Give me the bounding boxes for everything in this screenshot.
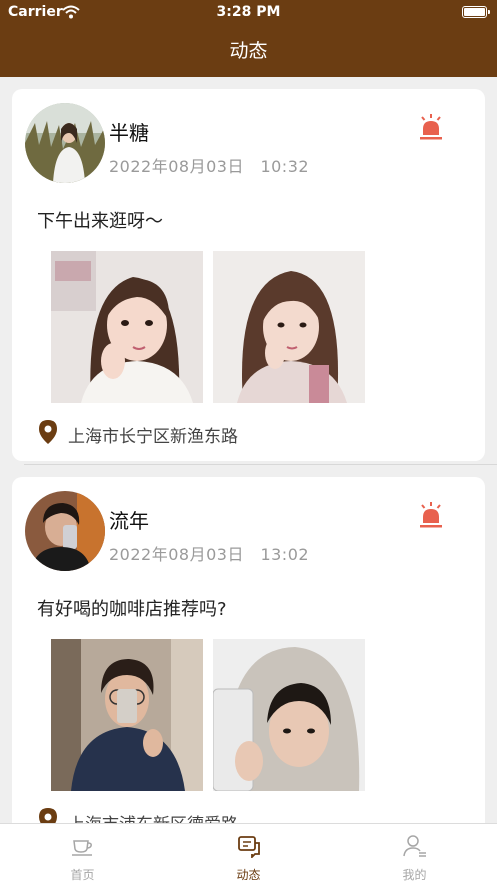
tab-label: 首页 [70, 868, 95, 882]
post-photo[interactable] [213, 251, 365, 403]
tab-moments[interactable]: 动态 [166, 824, 331, 883]
page-title: 动态 [229, 40, 268, 62]
avatar[interactable] [25, 103, 105, 183]
tab-bar: 首页 动态 我的 [0, 823, 497, 883]
battery-icon [462, 6, 490, 18]
person-icon [402, 834, 428, 858]
location-pin-icon [37, 807, 59, 823]
post-location[interactable]: 上海市长宁区新渔东路 [68, 422, 238, 447]
nav-bar: 动态 [0, 26, 497, 77]
avatar[interactable] [25, 491, 105, 571]
status-bar: Carrier 3:28 PM [0, 0, 497, 26]
coffee-cup-icon [70, 834, 96, 858]
divider [24, 464, 497, 465]
post-time: 2022年08月03日 13:02 [109, 545, 310, 564]
tab-home[interactable]: 首页 [0, 824, 165, 883]
tab-label: 动态 [236, 868, 261, 882]
post-photo[interactable] [213, 639, 365, 791]
post-content: 下午出来逛呀～ [37, 211, 163, 232]
alarm-icon[interactable] [416, 113, 446, 143]
alarm-icon[interactable] [416, 501, 446, 531]
feed[interactable]: 半糖 2022年08月03日 10:32 下午出来逛呀～ 上海市长宁区新渔东路 … [0, 77, 497, 823]
chat-icon [236, 834, 262, 860]
post-author-name[interactable]: 流年 [109, 505, 149, 534]
status-time: 3:28 PM [216, 4, 281, 20]
post-photo[interactable] [51, 639, 203, 791]
tab-label: 我的 [402, 868, 427, 882]
post-card[interactable]: 半糖 2022年08月03日 10:32 下午出来逛呀～ 上海市长宁区新渔东路 [12, 89, 485, 461]
location-pin-icon [37, 419, 59, 445]
post-card[interactable]: 流年 2022年08月03日 13:02 有好喝的咖啡店推荐吗? [12, 477, 485, 823]
post-photo[interactable] [51, 251, 203, 403]
tab-profile[interactable]: 我的 [332, 824, 497, 883]
post-content: 有好喝的咖啡店推荐吗? [37, 599, 227, 620]
post-time: 2022年08月03日 10:32 [109, 157, 310, 176]
post-author-name[interactable]: 半糖 [109, 117, 149, 146]
post-location[interactable]: 上海市浦东新区德爱路 [68, 810, 238, 823]
